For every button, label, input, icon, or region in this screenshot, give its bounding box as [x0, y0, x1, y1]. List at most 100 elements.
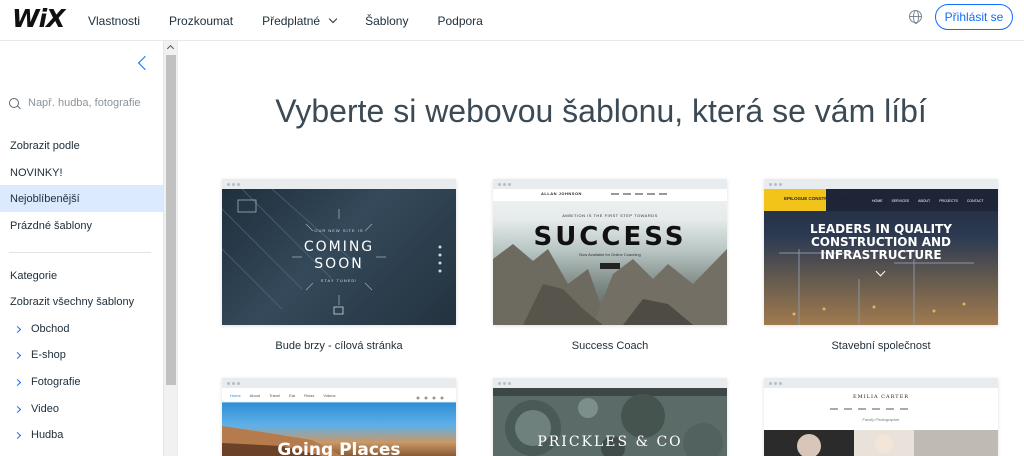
window-dot: [779, 382, 782, 385]
template-kicker: OUR NEW SITE IS: [314, 228, 364, 233]
template-brand: ALLAN JOHNSON: [541, 191, 582, 196]
category-video[interactable]: Video: [13, 403, 59, 415]
top-navigation-bar: WiX Vlastnosti Prozkoumat Předplatné Šab…: [0, 0, 1024, 41]
category-label: Video: [31, 403, 59, 415]
template-nav-item: About: [249, 393, 261, 398]
template-preview: Home About Travel Eat Relax Videos Going…: [222, 388, 456, 456]
template-card[interactable]: EPILOGUE CONSTRUCTIONS HOME SERVICES ABO…: [764, 179, 998, 325]
browser-bar: [222, 179, 456, 189]
browser-bar: [493, 179, 727, 189]
template-sub: Family Photographer: [862, 417, 900, 422]
template-preview: EMILIA CARTER Family Photographer: [764, 388, 998, 456]
category-music[interactable]: Hudba: [13, 429, 64, 441]
category-label: E-shop: [31, 349, 66, 361]
template-nav-item: Eat: [289, 393, 296, 398]
template-nav-item: HOME: [872, 199, 883, 203]
category-photography[interactable]: Fotografie: [13, 376, 81, 388]
window-dot: [227, 183, 230, 186]
template-nav-item: Videos: [323, 393, 336, 398]
template-nav: Home About Travel Eat Relax Videos: [230, 393, 336, 398]
category-label: Hudba: [31, 429, 64, 441]
chevron-right-icon: [13, 431, 22, 439]
template-preview: EPILOGUE CONSTRUCTIONS HOME SERVICES ABO…: [764, 189, 998, 325]
login-button[interactable]: Přihlásit se: [935, 4, 1013, 30]
window-dot: [232, 382, 235, 385]
categories-title: Kategorie: [10, 270, 58, 282]
chevron-right-icon: [13, 325, 22, 333]
window-dot: [508, 382, 511, 385]
window-dot: [503, 382, 506, 385]
sort-item-new[interactable]: NOVINKY!: [10, 167, 63, 179]
chevron-right-icon: [13, 351, 22, 359]
sidebar: Zobrazit podle NOVINKY! Nejoblíbenější P…: [0, 41, 163, 456]
chevron-right-icon: [13, 405, 22, 413]
window-dot: [769, 382, 772, 385]
wix-logo[interactable]: WiX: [12, 4, 65, 33]
template-sub: Now Available for Online Coaching: [579, 252, 641, 257]
globe-icon[interactable]: [909, 10, 922, 24]
scroll-up-arrow-icon[interactable]: [166, 44, 175, 53]
browser-bar: [222, 378, 456, 388]
window-dot: [498, 183, 501, 186]
template-preview: OUR NEW SITE IS COMING SOON STAY TUNED!: [222, 189, 456, 325]
sidebar-scrollbar[interactable]: [163, 41, 177, 456]
category-label: Fotografie: [31, 376, 81, 388]
template-title[interactable]: Success Coach: [493, 340, 727, 352]
window-dot: [232, 183, 235, 186]
template-headline: PRICKLES & CO: [537, 434, 683, 450]
show-all-templates-link[interactable]: Zobrazit všechny šablony: [10, 296, 134, 308]
nav-support[interactable]: Podpora: [437, 14, 482, 28]
template-nav-item: SERVICES: [891, 199, 910, 203]
category-eshop[interactable]: E-shop: [13, 349, 66, 361]
search-input[interactable]: [28, 97, 158, 109]
window-dot: [237, 382, 240, 385]
template-title[interactable]: Bude brzy - cílová stránka: [222, 340, 456, 352]
search-icon: [9, 98, 19, 108]
nav-features[interactable]: Vlastnosti: [88, 14, 140, 28]
template-nav-item: Travel: [269, 393, 281, 398]
template-card[interactable]: OUR NEW SITE IS COMING SOON STAY TUNED!: [222, 179, 456, 325]
sidebar-divider: [9, 252, 151, 253]
nav-plans-label: Předplatné: [262, 13, 321, 28]
template-kicker: AMBITION IS THE FIRST STEP TOWARDS: [562, 213, 658, 218]
collapse-sidebar-chevron-icon[interactable]: [137, 55, 153, 71]
page-heading: Vyberte si webovou šablonu, která se vám…: [275, 93, 927, 129]
window-dot: [779, 183, 782, 186]
window-dot: [503, 183, 506, 186]
nav-templates[interactable]: Šablony: [365, 14, 408, 28]
window-dot: [774, 183, 777, 186]
template-card[interactable]: ALLAN JOHNSON AMBITION IS THE FIRST STEP…: [493, 179, 727, 325]
template-headline: LEADERS IN QUALITY CONSTRUCTION AND INFR…: [810, 222, 952, 262]
window-dot: [227, 382, 230, 385]
template-nav: HOME SERVICES ABOUT PROJECTS CONTACT: [872, 199, 984, 203]
template-headline-line2: SOON: [314, 256, 364, 272]
template-preview: PRICKLES & CO: [493, 388, 727, 456]
sort-title: Zobrazit podle: [10, 140, 80, 152]
window-dot: [774, 382, 777, 385]
template-brand: EPILOGUE CONSTRUCTIONS: [784, 196, 848, 201]
category-business[interactable]: Obchod: [13, 323, 70, 335]
template-title[interactable]: Stavební společnost: [764, 340, 998, 352]
template-sub: STAY TUNED!: [320, 278, 358, 283]
template-card[interactable]: PRICKLES & CO: [493, 378, 727, 456]
window-dot: [769, 183, 772, 186]
template-brand: EMILIA CARTER: [852, 394, 910, 400]
template-nav-item: Relax: [304, 393, 315, 398]
sort-item-blank[interactable]: Prázdné šablony: [10, 220, 92, 232]
window-dot: [508, 183, 511, 186]
template-card[interactable]: EMILIA CARTER Family Photographer: [764, 378, 998, 456]
template-card[interactable]: Home About Travel Eat Relax Videos Going…: [222, 378, 456, 456]
mountain-graphic: [493, 189, 727, 325]
template-nav-item: ABOUT: [918, 199, 931, 203]
sort-item-popular[interactable]: Nejoblíbenější: [10, 193, 80, 205]
scrollbar-thumb[interactable]: [166, 55, 176, 385]
category-label: Obchod: [31, 323, 70, 335]
template-nav-item: CONTACT: [966, 199, 984, 203]
nav-explore[interactable]: Prozkoumat: [169, 14, 233, 28]
browser-bar: [764, 179, 998, 189]
window-dot: [498, 382, 501, 385]
main-nav: Vlastnosti Prozkoumat Předplatné Šablony…: [88, 0, 512, 41]
browser-bar: [493, 378, 727, 388]
nav-plans[interactable]: Předplatné: [262, 13, 338, 28]
template-headline: Going Places: [277, 440, 401, 456]
